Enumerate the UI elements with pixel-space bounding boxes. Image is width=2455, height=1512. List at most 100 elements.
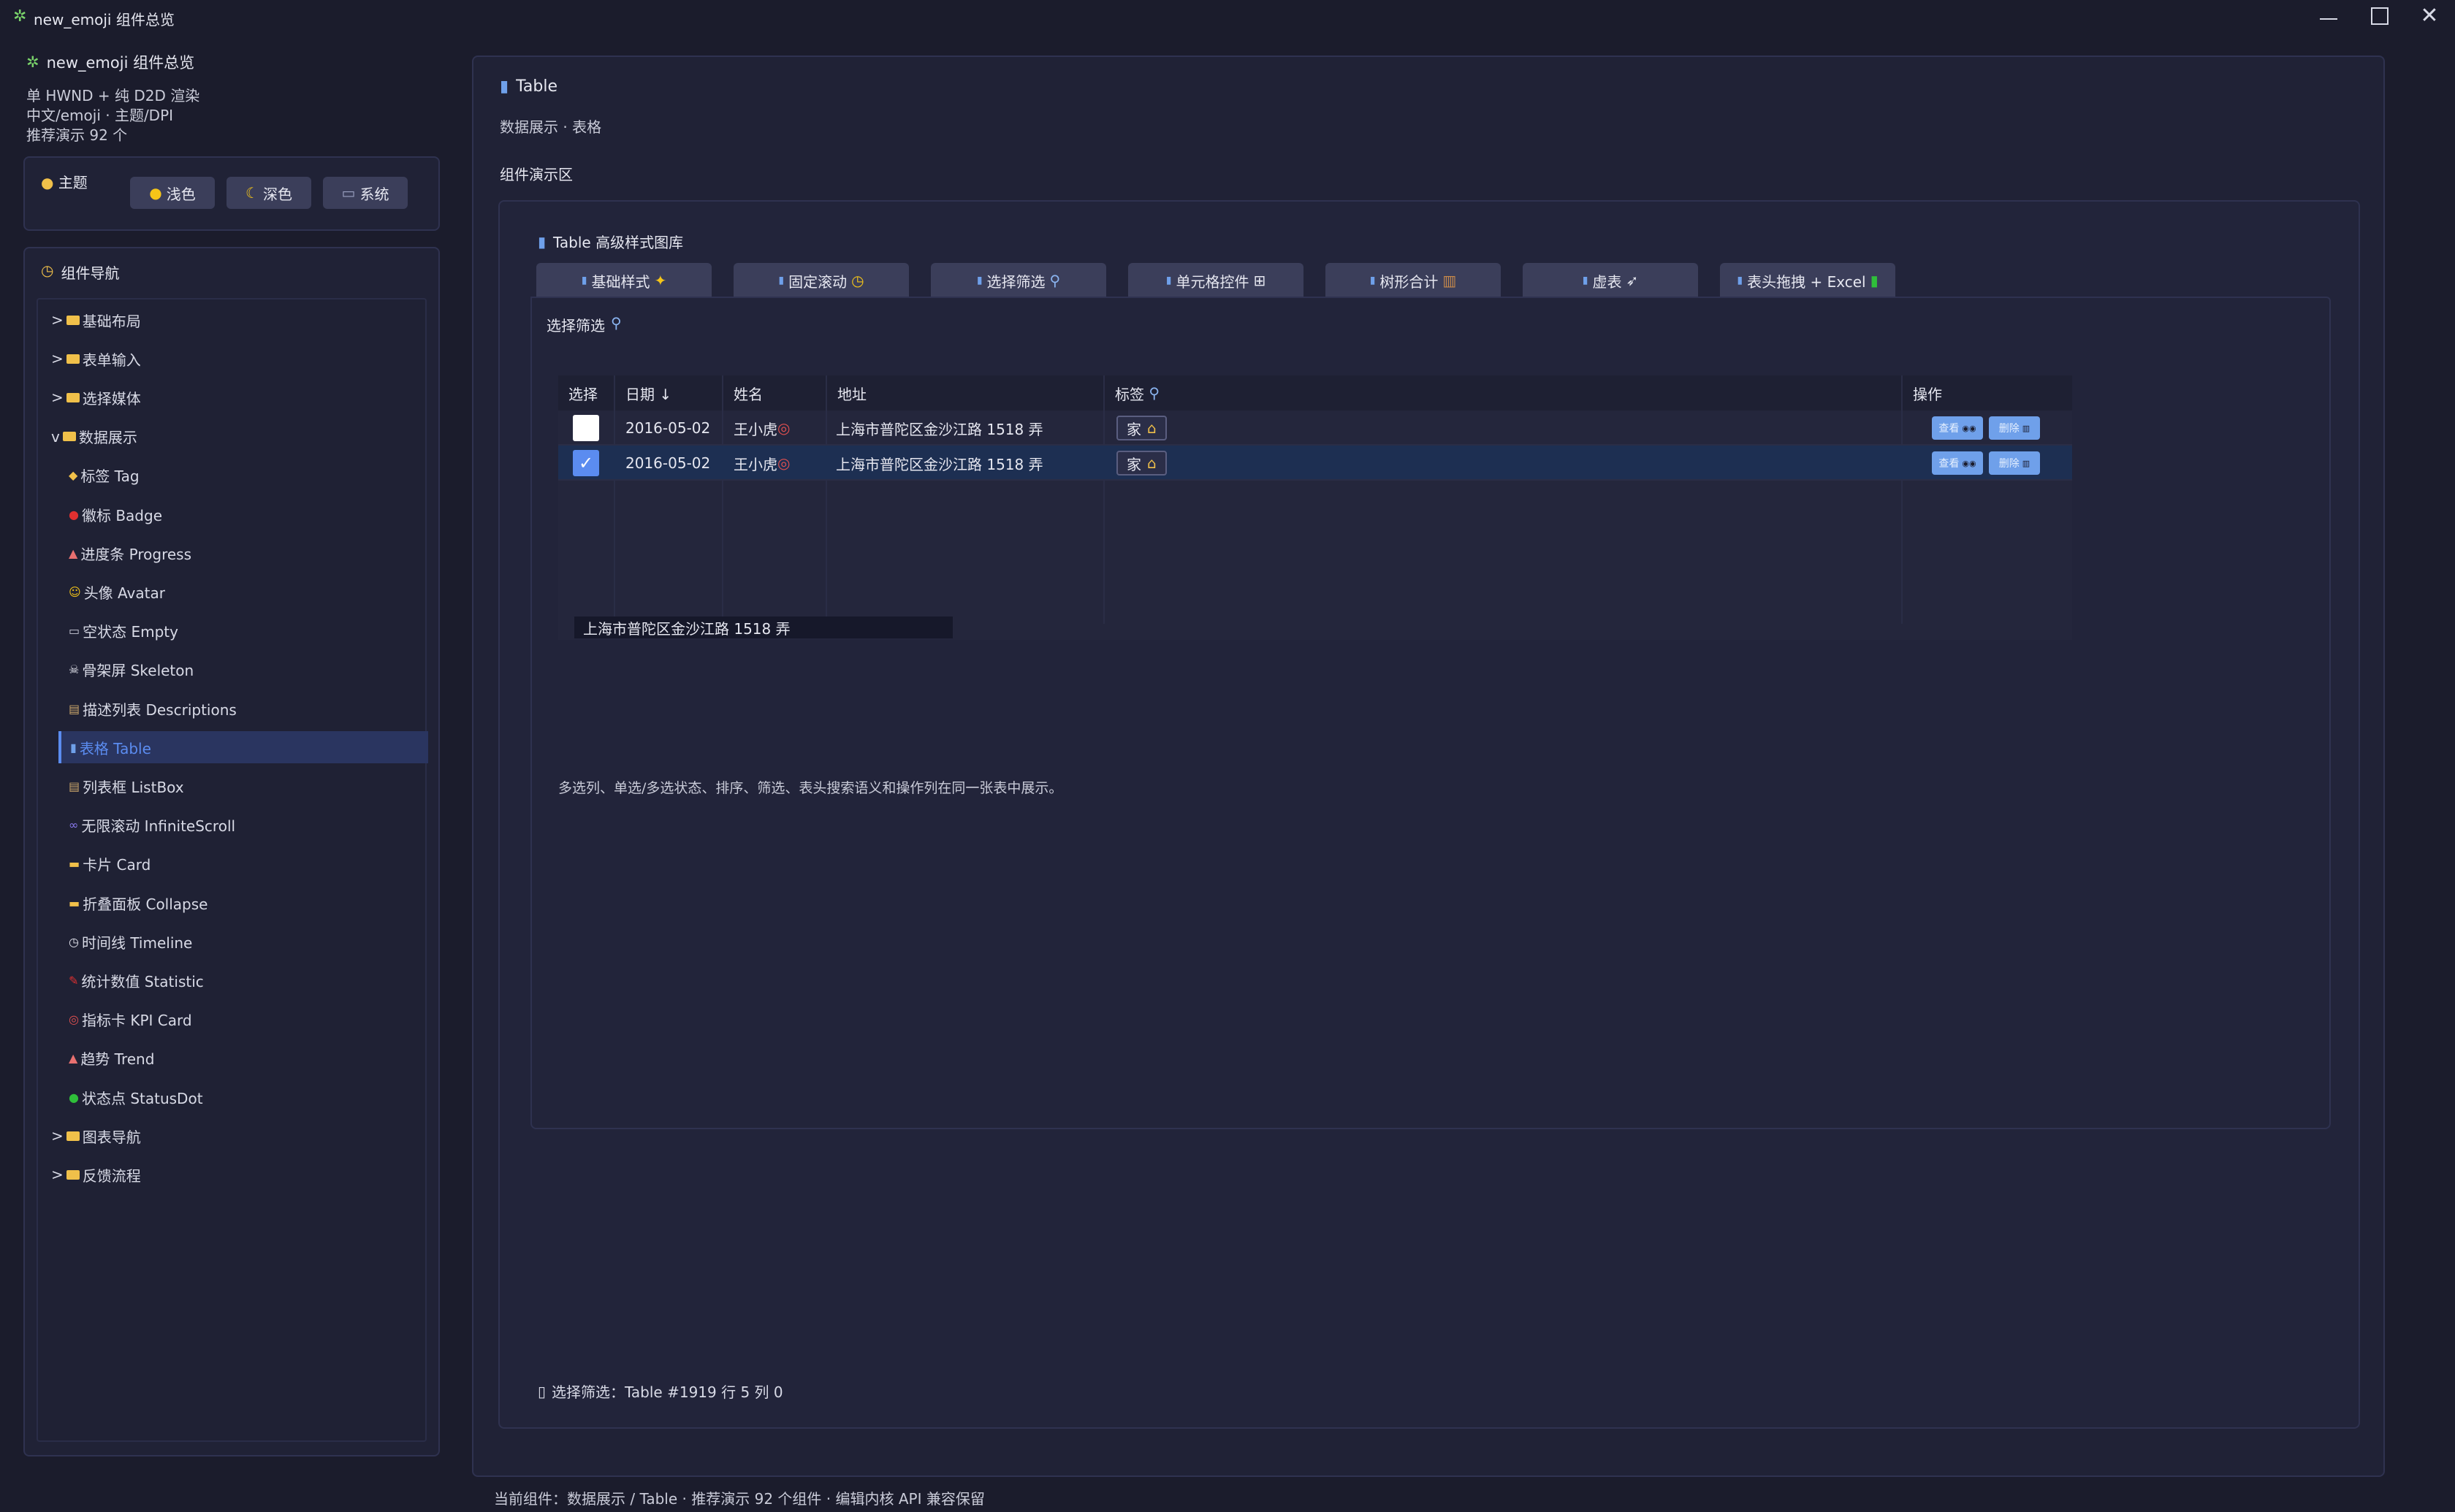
nav-item[interactable]: v 数据展示 (51, 421, 415, 453)
bar-chart-icon: ▮ (778, 275, 785, 286)
column-header-address[interactable]: 地址 (827, 375, 1105, 411)
pin-icon: ✎ (69, 973, 79, 988)
folder-icon (66, 392, 80, 402)
footer-status: 当前组件：数据展示 / Table · 推荐演示 92 个组件 · 编辑内核 A… (494, 1490, 985, 1508)
nav-item-label: 表格 Table (79, 739, 151, 757)
nav-item[interactable]: ◆ 标签 Tag (64, 459, 415, 492)
nav-item[interactable]: ▲ 进度条 Progress (64, 537, 415, 569)
nav-item[interactable]: ◷ 时间线 Timeline (64, 925, 415, 958)
nav-item[interactable]: > 选择媒体 (51, 381, 415, 413)
nav-item[interactable]: ▮ 表格 Table (58, 731, 428, 764)
title-bar: ✲ new_emoji 组件总览 ✕ (0, 0, 2455, 32)
smiley-icon: ☺ (69, 584, 81, 599)
address-cell: 上海市普陀区金沙江路 1518 弄 (836, 455, 1043, 473)
theme-dark-button[interactable]: ☾ 深色 (227, 177, 311, 209)
nav-item[interactable]: ▬ 折叠面板 Collapse (64, 887, 415, 919)
theme-light-button[interactable]: ● 浅色 (130, 177, 215, 209)
minimize-button[interactable] (2303, 0, 2354, 32)
table-row[interactable]: ✓ 2016-05-02 王小虎 ◎ 上海市普陀区金沙江路 1518 弄家 ⌂ 查看 ◉◉ 删… (558, 446, 2072, 481)
nav-item-label: 基础布局 (82, 312, 141, 330)
close-icon: ✕ (2420, 3, 2439, 28)
tag-chip[interactable]: 家 ⌂ (1116, 416, 1167, 440)
nav-item[interactable]: ▬ 卡片 Card (64, 848, 415, 880)
tab-label: 树形合计 (1379, 272, 1439, 291)
folder-icon: ▬ (69, 896, 80, 910)
tab-gallery[interactable]: ▮ 单元格控件 ⊞ (1128, 263, 1303, 298)
window-title: new_emoji 组件总览 (34, 11, 175, 28)
nav-item[interactable]: ▤ 列表框 ListBox (64, 770, 415, 802)
tab-gallery[interactable]: ▮ 虚表 ➶ (1523, 263, 1698, 298)
sparkle-icon: ✲ (13, 7, 27, 26)
house-icon: ⌂ (1147, 454, 1157, 472)
nav-item[interactable]: ▤ 描述列表 Descriptions (64, 692, 415, 725)
nav-item[interactable]: ▭ 空状态 Empty (64, 615, 415, 647)
trash-icon: ▥ (2022, 423, 2030, 433)
delete-button[interactable]: 删除 ▥ (1989, 451, 2040, 475)
clock-icon: ◷ (69, 934, 79, 949)
tab-gallery[interactable]: ▮ 基础样式 ✦ (536, 263, 712, 298)
eyes-icon: ◉◉ (1962, 423, 1976, 433)
nav-item[interactable]: > 基础布局 (51, 304, 415, 336)
content-title: 选择筛选 ⚲ (547, 314, 622, 335)
minimize-icon (2320, 18, 2337, 20)
row-checkbox[interactable]: ✓ (573, 450, 599, 476)
view-button[interactable]: 查看 ◉◉ (1932, 451, 1983, 475)
folder-icon (62, 432, 76, 442)
nav-item[interactable]: > 图表导航 (51, 1120, 415, 1152)
folder-icon (66, 1169, 80, 1180)
magnifier-icon: ⚲ (1049, 272, 1061, 289)
description-text: 多选列、单选/多选状态、排序、筛选、表头搜索语义和操作列在同一张表中展示。 (558, 780, 1063, 796)
bar-chart-icon: ▮ (1582, 275, 1588, 286)
nav-item-label: 无限滚动 InfiniteScroll (81, 817, 236, 836)
tab-gallery[interactable]: ▮ 树形合计 ▥ (1325, 263, 1501, 298)
nav-item[interactable]: ▲ 趋势 Trend (64, 1042, 415, 1074)
tab-label: 固定滚动 (788, 272, 848, 291)
nav-item[interactable]: ∞ 无限滚动 InfiniteScroll (64, 809, 415, 841)
desc-line: 中文/emoji · 主题/DPI (26, 107, 174, 124)
nav-item[interactable]: > 反馈流程 (51, 1158, 415, 1191)
abacus-icon: ▥ (1442, 272, 1457, 289)
close-button[interactable]: ✕ (2404, 0, 2455, 32)
data-table: 选择 日期 ↓ 姓名 地址 标签 ⚲ 操作 2016-05-02 王小虎 ◎ 上海市… (558, 375, 2072, 640)
tab-gallery[interactable]: ▮ 选择筛选 ⚲ (931, 263, 1106, 298)
tag-chip[interactable]: 家 ⌂ (1116, 451, 1167, 476)
nav-item[interactable]: > 表单输入 (51, 343, 415, 375)
column-header-name[interactable]: 姓名 (723, 375, 827, 411)
column-header-date[interactable]: 日期 ↓ (615, 375, 723, 411)
table-row[interactable]: 2016-05-02 王小虎 ◎ 上海市普陀区金沙江路 1518 弄家 ⌂ 查看 ◉◉ 删除… (558, 411, 2072, 446)
tag-cell: 家 ⌂ (1116, 446, 1167, 481)
nav-item[interactable]: ✎ 统计数值 Statistic (64, 964, 415, 996)
chart-up-icon: ▲ (69, 546, 78, 560)
nav-item[interactable]: ◎ 指标卡 KPI Card (64, 1004, 415, 1036)
nav-item-label: 骨架屏 Skeleton (82, 662, 194, 680)
nav-item[interactable]: ☺ 头像 Avatar (64, 576, 415, 608)
nav-item[interactable]: ☠ 骨架屏 Skeleton (64, 654, 415, 686)
tab-gallery[interactable]: ▮ 固定滚动 ◷ (734, 263, 909, 298)
clipboard-icon: ▤ (69, 779, 80, 793)
date-cell: 2016-05-02 (625, 419, 711, 437)
delete-button[interactable]: 删除 ▥ (1989, 416, 2040, 440)
row-checkbox[interactable] (573, 415, 599, 441)
maximize-button[interactable] (2354, 0, 2405, 32)
column-header-tag[interactable]: 标签 ⚲ (1105, 375, 1903, 411)
column-header-select[interactable]: 选择 (558, 375, 615, 411)
bar-chart-icon: ▮ (1737, 275, 1743, 286)
bar-chart-icon: ▮ (500, 77, 509, 96)
nav-item-label: 表单输入 (82, 351, 141, 369)
nav-item-label: 头像 Avatar (83, 584, 165, 602)
view-button[interactable]: 查看 ◉◉ (1932, 416, 1983, 440)
bar-chart-icon: ▮ (976, 275, 983, 286)
nav-item[interactable]: ● 状态点 StatusDot (64, 1081, 415, 1113)
theme-system-button[interactable]: ▭ 系统 (323, 177, 408, 209)
palette-icon: ● (41, 174, 54, 191)
select-cell (573, 411, 599, 446)
nav-item[interactable]: ● 徽标 Badge (64, 498, 415, 530)
tab-label: 选择筛选 (986, 272, 1046, 291)
theme-label: ● 主题 (41, 174, 88, 191)
tab-gallery[interactable]: ▮ 表头拖拽 + Excel ▮ (1720, 263, 1895, 298)
page-title: ▮ Table (500, 77, 557, 96)
sidebar-header: ✲ new_emoji 组件总览 单 HWND + 纯 D2D 渲染 中文/emo… (26, 51, 435, 145)
green-dot-icon: ● (69, 1090, 79, 1104)
tag-icon: ◆ (69, 468, 78, 483)
tag-label: 家 (1127, 455, 1141, 473)
